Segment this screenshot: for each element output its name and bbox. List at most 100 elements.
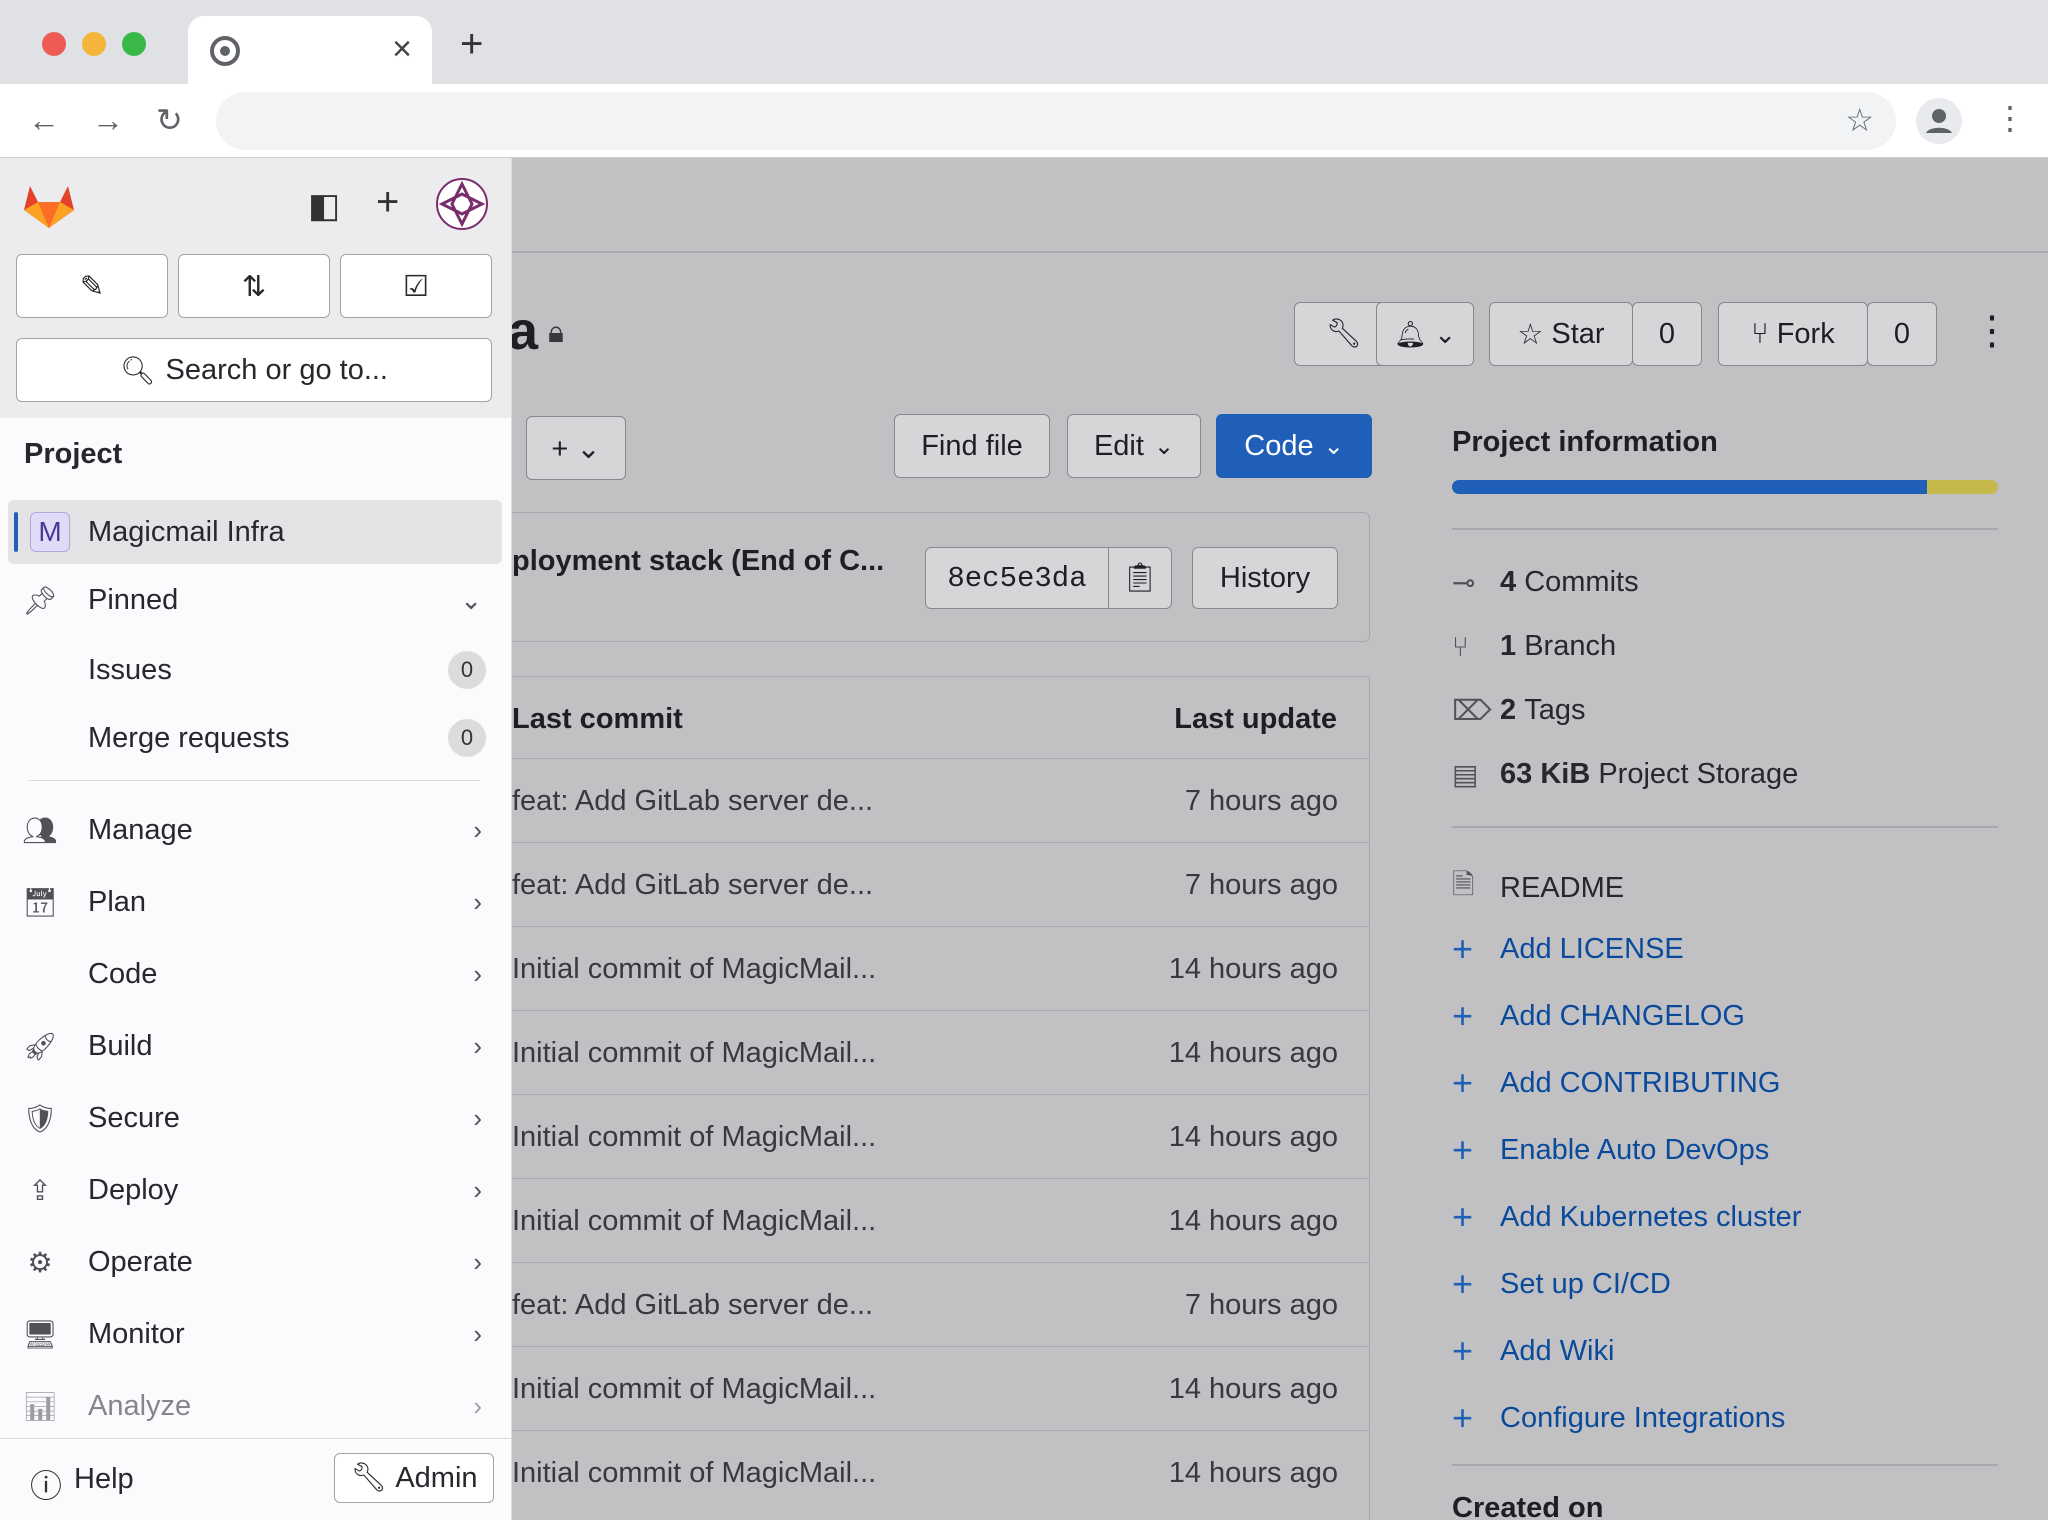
chevron-down-icon: ⌄	[460, 584, 482, 615]
new-tab-button[interactable]: +	[460, 22, 483, 67]
project-title-fragment: a	[508, 301, 539, 361]
profile-icon[interactable]	[1916, 98, 1962, 144]
todos-shortcut-button[interactable]: ☑	[340, 254, 492, 318]
sidebar-item-analyze[interactable]: 📊︎ Analyze ›	[8, 1374, 502, 1438]
table-row[interactable]: Initial commit of MagicMail... 14 hours a…	[512, 1010, 1370, 1094]
last-commit-box: ployment stack (End of C... 8ec5e3da 📋︎ …	[512, 512, 1370, 642]
notification-button[interactable]: 🔔︎ ⌄	[1376, 302, 1474, 366]
table-row[interactable]: Initial commit of MagicMail... 14 hours a…	[512, 1178, 1370, 1262]
browser-menu-icon[interactable]: ⋮	[1994, 102, 2026, 134]
browser-tab[interactable]: ×	[188, 16, 432, 84]
table-row[interactable]: feat: Add GitLab server de... 7 hours ago	[512, 842, 1370, 926]
sidebar-item-issues[interactable]: Issues 0	[8, 638, 502, 702]
row-commit-message[interactable]: Initial commit of MagicMail...	[512, 1205, 876, 1238]
close-tab-icon[interactable]: ×	[392, 30, 412, 69]
bookmark-star-icon[interactable]: ☆	[1845, 104, 1874, 136]
star-count[interactable]: 0	[1632, 302, 1702, 366]
close-window-button[interactable]	[42, 32, 66, 56]
sidebar-item-manage[interactable]: 👥︎ Manage ›	[8, 798, 502, 862]
sidebar-item-plan[interactable]: 📅︎ Plan ›	[8, 870, 502, 934]
sidebar-item-merge-requests[interactable]: Merge requests 0	[8, 706, 502, 770]
star-icon: ☆	[1517, 318, 1544, 351]
project-link[interactable]: + Configure Integrations	[1452, 1397, 1785, 1439]
back-icon[interactable]: ←	[28, 104, 60, 136]
maximize-window-button[interactable]	[122, 32, 146, 56]
row-commit-message[interactable]: feat: Add GitLab server de...	[512, 1289, 873, 1322]
branch-stat[interactable]: ⑂ 1 Branch	[1452, 630, 1616, 663]
fork-button[interactable]: ⑂ Fork	[1718, 302, 1868, 366]
table-row[interactable]: Initial commit of MagicMail... 14 hours a…	[512, 1094, 1370, 1178]
sidebar-item-pinned[interactable]: 📌︎ Pinned ⌄	[8, 568, 502, 632]
copy-sha-button[interactable]: 📋︎	[1108, 547, 1172, 609]
search-input[interactable]: 🔍︎ Search or go to...	[16, 338, 492, 402]
chevron-down-icon: ⌄	[1153, 432, 1175, 460]
avatar[interactable]	[436, 178, 488, 230]
sidebar-item-build[interactable]: 🚀︎ Build ›	[8, 1014, 502, 1078]
add-file-dropdown[interactable]: + ⌄	[526, 416, 626, 480]
sidebar-item-operate[interactable]: ⚙︎ Operate ›	[8, 1230, 502, 1294]
star-button[interactable]: ☆ Star	[1489, 302, 1633, 366]
history-button[interactable]: History	[1192, 547, 1338, 609]
storage-stat[interactable]: ▤ 63 KiB Project Storage	[1452, 758, 1798, 791]
row-commit-message[interactable]: Initial commit of MagicMail...	[512, 1037, 876, 1070]
row-updated-time: 14 hours ago	[1168, 1457, 1338, 1489]
readme-link[interactable]: 🗎︎ README	[1452, 864, 1624, 912]
row-commit-message[interactable]: Initial commit of MagicMail...	[512, 1457, 876, 1490]
gitlab-logo-icon[interactable]	[22, 180, 76, 230]
row-commit-message[interactable]: Initial commit of MagicMail...	[512, 1373, 876, 1406]
sidebar-item-secure[interactable]: 🛡︎ Secure ›	[8, 1086, 502, 1150]
forward-icon[interactable]: →	[92, 104, 124, 136]
table-row[interactable]: feat: Add GitLab server de... 7 hours ago	[512, 1262, 1370, 1346]
project-link[interactable]: + Add LICENSE	[1452, 928, 1684, 970]
build-icon: 🚀︎	[22, 1030, 58, 1062]
project-link[interactable]: + Add Kubernetes cluster	[1452, 1196, 1801, 1238]
fork-count[interactable]: 0	[1867, 302, 1937, 366]
code-dropdown[interactable]: Code ⌄	[1216, 414, 1372, 478]
row-commit-message[interactable]: Initial commit of MagicMail...	[512, 1121, 876, 1154]
plus-icon: +	[1452, 1196, 1474, 1237]
sidebar: ◧ + ✎ ⇅ ☑ 🔍︎ Search or go to... Project M…	[0, 158, 512, 1520]
edit-dropdown[interactable]: Edit ⌄	[1067, 414, 1201, 478]
table-row[interactable]: Initial commit of MagicMail... 14 hours a…	[512, 926, 1370, 1010]
address-bar[interactable]: ☆	[216, 92, 1896, 150]
commits-stat[interactable]: ⊸ 4 Commits	[1452, 566, 1639, 599]
issues-shortcut-button[interactable]: ✎	[16, 254, 168, 318]
sidebar-footer: ⓘ Help 🔧︎ Admin	[0, 1438, 511, 1520]
project-link[interactable]: + Set up CI/CD	[1452, 1263, 1671, 1305]
help-link[interactable]: Help	[74, 1463, 134, 1496]
more-actions-icon[interactable]: ⋮	[1972, 308, 2012, 354]
row-commit-message[interactable]: Initial commit of MagicMail...	[512, 953, 876, 986]
merge-requests-shortcut-button[interactable]: ⇅	[178, 254, 330, 318]
sidebar-item-deploy[interactable]: ⇪ Deploy ›	[8, 1158, 502, 1222]
row-updated-time: 14 hours ago	[1168, 953, 1338, 985]
chrome-icon	[210, 36, 240, 66]
minimize-window-button[interactable]	[82, 32, 106, 56]
fork-icon: ⑂	[1751, 317, 1769, 350]
sidebar-toggle-icon[interactable]: ◧	[308, 186, 340, 226]
project-link[interactable]: + Add Wiki	[1452, 1330, 1614, 1372]
chevron-right-icon: ›	[473, 886, 482, 917]
table-row[interactable]: Initial commit of MagicMail... 14 hours a…	[512, 1430, 1370, 1514]
admin-button[interactable]: 🔧︎ Admin	[334, 1453, 494, 1503]
reload-icon[interactable]: ↻	[156, 104, 183, 136]
table-row[interactable]: Initial commit of MagicMail... 14 hours a…	[512, 1346, 1370, 1430]
create-new-icon[interactable]: +	[376, 180, 399, 225]
sidebar-item-code[interactable]: Code ›	[8, 942, 502, 1006]
project-link[interactable]: + Add CONTRIBUTING	[1452, 1062, 1780, 1104]
find-file-button[interactable]: Find file	[894, 414, 1050, 478]
analyze-icon: 📊︎	[22, 1390, 58, 1422]
chevron-right-icon: ›	[473, 1390, 482, 1421]
commit-sha-button[interactable]: 8ec5e3da	[925, 547, 1109, 609]
row-commit-message[interactable]: feat: Add GitLab server de...	[512, 785, 873, 818]
sidebar-item-project[interactable]: M Magicmail Infra	[8, 500, 502, 564]
tags-stat[interactable]: ⌦ 2 Tags	[1452, 694, 1585, 727]
row-updated-time: 14 hours ago	[1168, 1037, 1338, 1069]
commit-title[interactable]: ployment stack (End of C...	[512, 545, 884, 578]
project-link[interactable]: + Enable Auto DevOps	[1452, 1129, 1769, 1171]
sidebar-item-monitor[interactable]: 🖥︎ Monitor ›	[8, 1302, 502, 1366]
table-row[interactable]: feat: Add GitLab server de... 7 hours ago	[512, 758, 1370, 842]
project-link[interactable]: + Add CHANGELOG	[1452, 995, 1745, 1037]
divider	[1452, 528, 1998, 530]
browser-tab-strip: × +	[0, 0, 2048, 84]
row-commit-message[interactable]: feat: Add GitLab server de...	[512, 869, 873, 902]
